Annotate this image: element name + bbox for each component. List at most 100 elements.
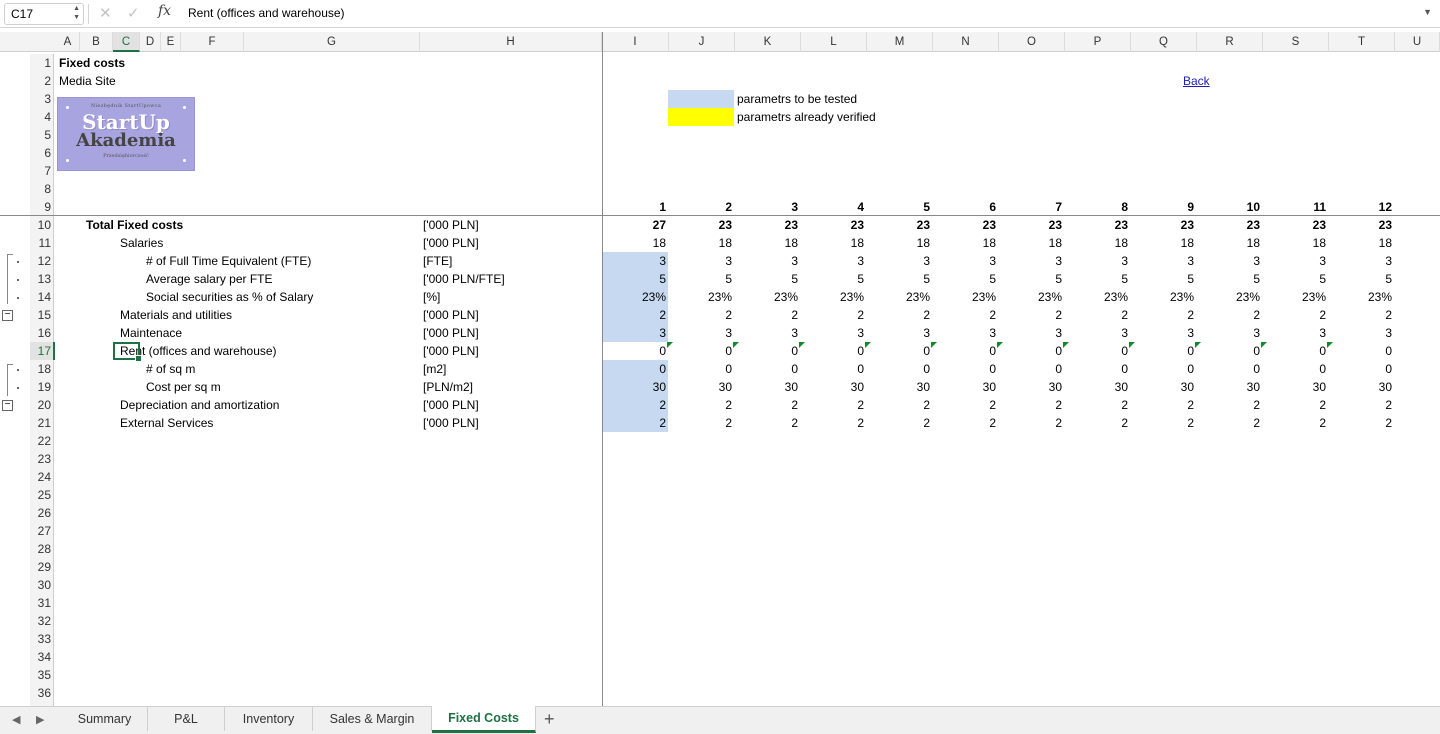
value-cell[interactable]: 30	[936, 378, 996, 396]
value-cell[interactable]: 18	[605, 234, 666, 252]
sheet-tab[interactable]: Sales & Margin	[313, 707, 432, 731]
next-sheet-icon[interactable]: ▶	[36, 713, 44, 726]
active-cell-cursor[interactable]	[113, 342, 142, 362]
value-cell[interactable]: 5	[1068, 270, 1128, 288]
row-header-25[interactable]: 25	[30, 486, 54, 504]
name-box[interactable]: C17 ▲ ▼	[4, 3, 84, 25]
column-header-j[interactable]: J	[669, 32, 735, 52]
value-cell[interactable]: 3	[804, 324, 864, 342]
value-cell[interactable]: 2	[804, 306, 864, 324]
value-cell[interactable]: 18	[804, 234, 864, 252]
row-header-30[interactable]: 30	[30, 576, 54, 594]
value-cell[interactable]: 3	[1266, 324, 1326, 342]
value-cell[interactable]: 0	[1266, 342, 1326, 360]
period-header[interactable]: 8	[1068, 198, 1128, 216]
value-cell[interactable]: 2	[870, 396, 930, 414]
value-cell[interactable]: 0	[936, 360, 996, 378]
column-header-q[interactable]: Q	[1131, 32, 1197, 52]
row-header-35[interactable]: 35	[30, 666, 54, 684]
column-header-l[interactable]: L	[801, 32, 867, 52]
column-header-m[interactable]: M	[867, 32, 933, 52]
column-header-i[interactable]: I	[602, 32, 669, 52]
row-header-34[interactable]: 34	[30, 648, 54, 666]
value-cell[interactable]: 2	[1200, 306, 1260, 324]
value-cell[interactable]: 30	[1068, 378, 1128, 396]
value-cell[interactable]: 5	[605, 270, 666, 288]
line-unit[interactable]: [PLN/m2]	[423, 378, 599, 396]
value-cell[interactable]: 2	[1134, 396, 1194, 414]
column-header-s[interactable]: S	[1263, 32, 1329, 52]
sheet-tab[interactable]: Inventory	[225, 707, 313, 731]
line-unit[interactable]: ['000 PLN]	[423, 216, 599, 234]
column-header-a[interactable]: A	[56, 32, 80, 52]
row-header-3[interactable]: 3	[30, 90, 54, 108]
line-unit[interactable]: ['000 PLN/FTE]	[423, 270, 599, 288]
period-header[interactable]: 9	[1134, 198, 1194, 216]
value-cell[interactable]: 23%	[936, 288, 996, 306]
value-cell[interactable]: 2	[936, 414, 996, 432]
close-icon[interactable]: ✕	[99, 4, 112, 22]
value-cell[interactable]: 2	[672, 414, 732, 432]
period-header[interactable]: 4	[804, 198, 864, 216]
value-cell[interactable]: 23%	[605, 288, 666, 306]
value-cell[interactable]: 5	[1002, 270, 1062, 288]
value-cell[interactable]: 30	[1266, 378, 1326, 396]
value-cell[interactable]: 23%	[804, 288, 864, 306]
column-header-k[interactable]: K	[735, 32, 801, 52]
value-cell[interactable]: 3	[1134, 252, 1194, 270]
value-cell[interactable]: 2	[605, 396, 666, 414]
value-cell[interactable]: 2	[738, 306, 798, 324]
value-cell[interactable]: 2	[1200, 414, 1260, 432]
period-header[interactable]: 10	[1200, 198, 1260, 216]
value-cell[interactable]: 30	[1002, 378, 1062, 396]
row-header-31[interactable]: 31	[30, 594, 54, 612]
value-cell[interactable]: 23%	[738, 288, 798, 306]
line-unit[interactable]: [m2]	[423, 360, 599, 378]
column-header-e[interactable]: E	[161, 32, 181, 52]
sheet-tab[interactable]: Fixed Costs	[432, 706, 536, 733]
value-cell[interactable]: 23	[1266, 216, 1326, 234]
line-unit[interactable]: [FTE]	[423, 252, 599, 270]
value-cell[interactable]: 0	[870, 342, 930, 360]
value-cell[interactable]: 0	[1134, 342, 1194, 360]
value-cell[interactable]: 3	[672, 252, 732, 270]
value-cell[interactable]: 3	[1200, 324, 1260, 342]
period-header[interactable]: 5	[870, 198, 930, 216]
value-cell[interactable]: 0	[1068, 342, 1128, 360]
value-cell[interactable]: 27	[605, 216, 666, 234]
value-cell[interactable]: 0	[672, 360, 732, 378]
row-header-28[interactable]: 28	[30, 540, 54, 558]
column-header-b[interactable]: B	[80, 32, 113, 52]
line-unit[interactable]: ['000 PLN]	[423, 306, 599, 324]
value-cell[interactable]: 23%	[1266, 288, 1326, 306]
value-cell[interactable]: 0	[804, 342, 864, 360]
value-cell[interactable]: 30	[1332, 378, 1392, 396]
value-cell[interactable]: 0	[1002, 342, 1062, 360]
value-cell[interactable]: 23%	[1200, 288, 1260, 306]
line-label[interactable]: # of Full Time Equivalent (FTE)	[146, 252, 417, 270]
row-header-2[interactable]: 2	[30, 72, 54, 90]
value-cell[interactable]: 2	[936, 306, 996, 324]
value-cell[interactable]: 0	[870, 360, 930, 378]
value-cell[interactable]: 23	[870, 216, 930, 234]
value-cell[interactable]: 23%	[1002, 288, 1062, 306]
row-header-23[interactable]: 23	[30, 450, 54, 468]
value-cell[interactable]: 0	[1332, 360, 1392, 378]
value-cell[interactable]: 0	[605, 360, 666, 378]
value-cell[interactable]: 3	[870, 252, 930, 270]
column-header-h[interactable]: H	[420, 32, 602, 52]
line-unit[interactable]: [%]	[423, 288, 599, 306]
legend-tested-label[interactable]: parametrs to be tested	[737, 90, 997, 108]
value-cell[interactable]: 2	[1002, 396, 1062, 414]
value-cell[interactable]: 2	[672, 396, 732, 414]
value-cell[interactable]: 3	[1266, 252, 1326, 270]
value-cell[interactable]: 23%	[870, 288, 930, 306]
value-cell[interactable]: 0	[672, 342, 732, 360]
value-cell[interactable]: 0	[1332, 342, 1392, 360]
sheet-tab[interactable]: P&L	[148, 707, 225, 731]
back-link[interactable]: Back	[1183, 72, 1247, 90]
line-label[interactable]: Cost per sq m	[146, 378, 417, 396]
value-cell[interactable]: 23	[936, 216, 996, 234]
row-header-19[interactable]: 19	[30, 378, 54, 396]
value-cell[interactable]: 30	[870, 378, 930, 396]
